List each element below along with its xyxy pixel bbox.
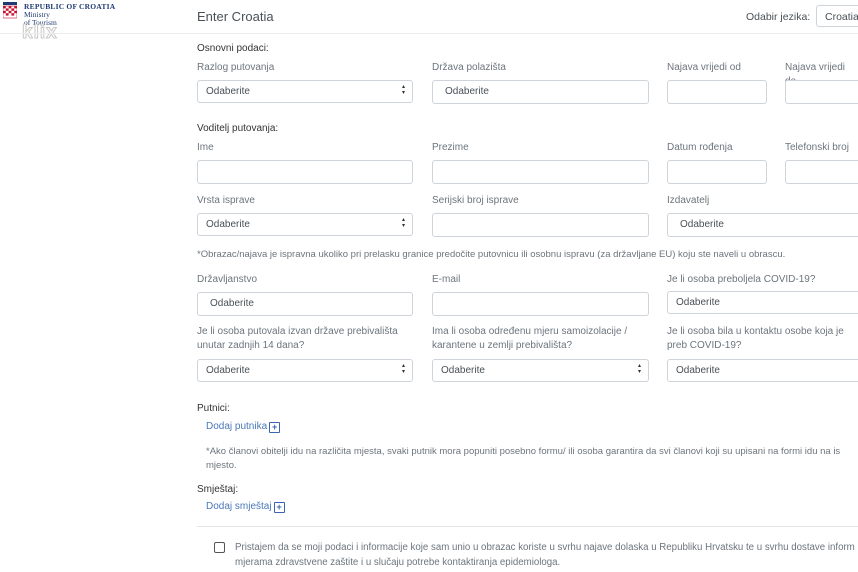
citizenship-select[interactable]: Odaberite (197, 292, 413, 316)
plus-icon: + (273, 502, 285, 513)
last-name-input[interactable] (432, 160, 649, 184)
first-name-label: Ime (197, 142, 214, 153)
covid-recovered-select[interactable]: Odaberite (667, 291, 858, 314)
add-passenger-text: Dodaj putnika (206, 421, 268, 432)
contact-label: Je li osoba bila u kontaktu osobe koja j… (667, 326, 844, 351)
travelled-select[interactable]: Odaberite (197, 359, 413, 382)
travelled-label: Je li osoba putovala izvan države prebiv… (197, 326, 398, 351)
valid-from-input[interactable] (667, 80, 767, 104)
passengers-note: *Ako članovi obitelji idu na različita m… (206, 446, 841, 471)
language-select[interactable]: Croatian (816, 5, 858, 27)
doc-serial-input[interactable] (432, 213, 649, 237)
page-title: Enter Croatia (197, 9, 274, 24)
reason-select-value: Odaberite (206, 86, 250, 97)
add-accommodation-text: Dodaj smještaj (206, 501, 272, 512)
email-input[interactable] (432, 292, 649, 316)
reason-select[interactable]: Odaberite (197, 80, 413, 103)
phone-label: Telefonski broj (785, 142, 849, 153)
add-accommodation-link[interactable]: Dodaj smještaj + (206, 501, 285, 513)
first-name-input[interactable] (197, 160, 413, 184)
doc-type-label: Vrsta isprave (197, 195, 255, 206)
issuer-label: Izdavatelj (667, 195, 710, 206)
section-title-leader: Voditelj putovanja: (197, 123, 279, 134)
language-label: Odabir jezika: (746, 11, 811, 23)
divider (197, 526, 858, 527)
consent-text: Pristajem da se moji podaci i informacij… (235, 542, 855, 568)
section-title-basic: Osnovni podaci: (197, 43, 269, 54)
top-header (0, 0, 858, 34)
last-name-label: Prezime (432, 142, 469, 153)
isolation-select[interactable]: Odaberite (432, 359, 649, 382)
email-label: E-mail (432, 274, 461, 285)
departure-country-value: Odaberite (445, 86, 489, 97)
citizenship-label: Državljanstvo (197, 274, 258, 285)
section-title-accommodation: Smještaj: (197, 484, 239, 495)
valid-from-label: Najava vrijedi od (667, 62, 741, 73)
doc-type-value: Odaberite (206, 219, 250, 230)
isolation-label: Ima li osoba određenu mjeru samoizolacij… (432, 326, 628, 351)
covid-recovered-label: Je li osoba preboljela COVID-19? (667, 274, 816, 285)
covid-recovered-value: Odaberite (676, 297, 720, 308)
add-passenger-link[interactable]: Dodaj putnika + (206, 421, 281, 433)
consent-checkbox[interactable] (214, 542, 225, 553)
birth-date-label: Datum rođenja (667, 142, 733, 153)
issuer-value: Odaberite (680, 219, 724, 230)
issuer-select[interactable]: Odaberite (667, 213, 858, 237)
reason-label: Razlog putovanja (197, 62, 275, 73)
contact-select[interactable]: Odaberite (667, 359, 858, 382)
document-note: *Obrazac/najava je ispravna ukoliko pri … (197, 249, 786, 260)
phone-input[interactable] (785, 160, 858, 184)
doc-type-select[interactable]: Odaberite (197, 213, 413, 236)
contact-value: Odaberite (676, 365, 720, 376)
departure-country-label: Država polazišta (432, 62, 506, 73)
isolation-value: Odaberite (441, 365, 485, 376)
citizenship-value: Odaberite (210, 298, 254, 309)
valid-to-input[interactable] (785, 80, 858, 104)
plus-icon: + (269, 422, 281, 433)
doc-serial-label: Serijski broj isprave (432, 195, 519, 206)
birth-date-input[interactable] (667, 160, 767, 184)
travelled-value: Odaberite (206, 365, 250, 376)
section-title-passengers: Putnici: (197, 403, 230, 414)
departure-country-select[interactable]: Odaberite (432, 80, 649, 104)
